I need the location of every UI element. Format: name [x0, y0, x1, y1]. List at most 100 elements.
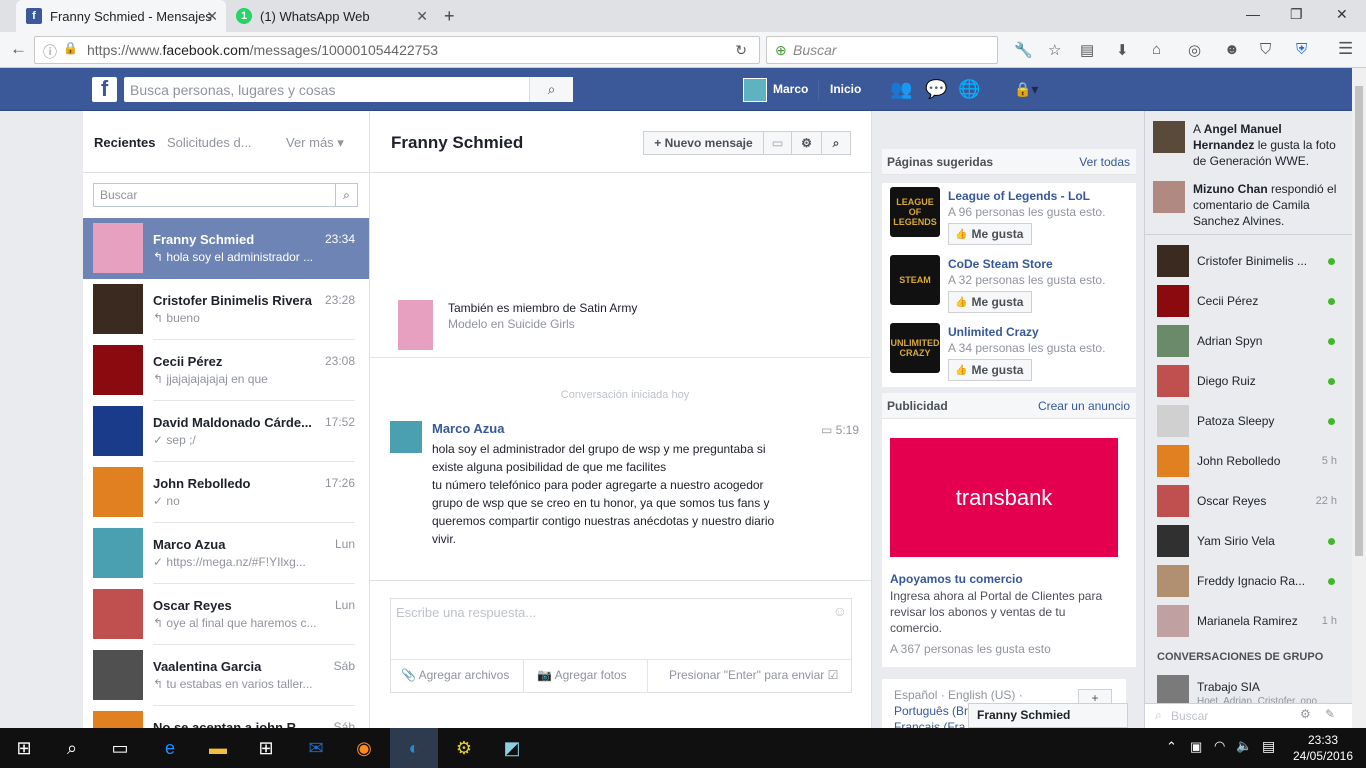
chat-friend-item[interactable]: Diego Ruiz [1145, 361, 1353, 401]
conversation-search-input[interactable]: Buscar ⌕ [93, 183, 358, 207]
page-scrollbar[interactable] [1352, 68, 1366, 728]
messages-icon[interactable]: 💬 [925, 79, 947, 100]
browser-tab-facebook[interactable]: f Franny Schmied - Mensajes ✕ [16, 0, 226, 32]
reload-icon[interactable]: ↻ [735, 42, 747, 59]
home-link[interactable]: Inicio [830, 82, 861, 96]
conversation-item[interactable]: David Maldonado Cárde... 17:52 ✓ sep ;/ [83, 401, 369, 462]
minimize-icon[interactable]: — [1246, 6, 1260, 22]
chat-friend-item[interactable]: Marianela Ramirez 1 h [1145, 601, 1353, 641]
friend-requests-icon[interactable]: 👥 [890, 79, 912, 100]
browser-search-input[interactable]: ⊕ Buscar [766, 36, 998, 64]
conversation-item[interactable]: Marco Azua Lun ✓ https://mega.nz/#F!YIlxg.… [83, 523, 369, 584]
conversation-item[interactable]: Oscar Reyes Lun ↰ oye al final que haremos… [83, 584, 369, 645]
system-clock[interactable]: 23:33 24/05/2016 [1290, 732, 1356, 764]
chat-friend-item[interactable]: Cristofer Binimelis ... [1145, 241, 1353, 281]
transbank-ad-image[interactable]: transbank [890, 438, 1118, 557]
more-dropdown[interactable]: Ver más ▾ [286, 135, 344, 151]
store-icon[interactable]: ⊞ [242, 728, 290, 768]
enter-to-send-toggle[interactable]: Presionar "Enter" para enviar ☑ [669, 668, 838, 682]
tab-recent[interactable]: Recientes [94, 135, 155, 150]
scrollbar-thumb[interactable] [1355, 86, 1363, 556]
tablet-app-icon[interactable]: ◩ [488, 728, 536, 768]
chat-friend-item[interactable]: Cecii Pérez [1145, 281, 1353, 321]
add-photos-button[interactable]: 📷 Agregar fotos [537, 668, 627, 682]
wrench-icon[interactable]: 🔧 [1014, 41, 1033, 59]
reply-input[interactable]: Escribe una respuesta... [396, 605, 536, 620]
chat-extension-icon[interactable]: ☻ [1224, 41, 1240, 58]
tray-chevron-up-icon[interactable]: ⌃ [1166, 739, 1177, 755]
create-ad-link[interactable]: Crear un anuncio [1038, 393, 1130, 419]
volume-icon[interactable]: 🔈 [1236, 738, 1252, 754]
tray-device-icon[interactable]: ▣ [1190, 739, 1202, 755]
conversation-item[interactable]: Vaalentina Garcia Sáb ↰ tu estabas en vari… [83, 645, 369, 706]
conversation-item[interactable]: Cecii Pérez 23:08 ↰ jjajajajajajaj en que [83, 340, 369, 401]
chat-friend-item[interactable]: Patoza Sleepy [1145, 401, 1353, 441]
page-logo[interactable]: STEAM [890, 255, 940, 305]
search-icon[interactable]: ⌕ [48, 728, 96, 768]
compose-icon[interactable]: ✎ [1325, 707, 1335, 721]
windows-start-icon[interactable]: ⊞ [0, 728, 48, 768]
chat-settings-gear-icon[interactable]: ⚙ [1300, 707, 1311, 721]
downloads-icon[interactable]: ⬇ [1116, 41, 1129, 59]
emoji-icon[interactable]: ☺ [833, 603, 847, 619]
action-center-icon[interactable]: ▤ [1262, 738, 1275, 755]
page-name-link[interactable]: CoDe Steam Store [948, 257, 1053, 271]
notifications-globe-icon[interactable]: 🌐 [958, 79, 980, 100]
home-icon[interactable]: ⌂ [1152, 41, 1161, 58]
settings-gear-icon[interactable]: ⚙ [791, 131, 822, 155]
user-name-link[interactable]: Marco [773, 82, 808, 96]
chat-tab-popup[interactable]: Franny Schmied [968, 703, 1128, 728]
search-icon[interactable]: ⌕ [821, 131, 851, 155]
message-author[interactable]: Marco Azua [432, 421, 504, 436]
conversation-item[interactable]: Franny Schmied 23:34 ↰ hola soy el adminis… [83, 218, 369, 279]
page-logo[interactable]: LEAGUE OF LEGENDS [890, 187, 940, 237]
wifi-icon[interactable]: ◠ [1214, 738, 1225, 754]
menu-icon[interactable]: ☰ [1338, 39, 1353, 59]
reading-list-icon[interactable]: ▤ [1080, 41, 1094, 59]
shield-icon[interactable]: ⛨ [1296, 41, 1307, 58]
new-tab-icon[interactable]: + [444, 6, 455, 27]
page-name-link[interactable]: Unlimited Crazy [948, 325, 1039, 339]
page-logo[interactable]: UNLIMITED CRAZY [890, 323, 940, 373]
facebook-logo[interactable]: f [92, 77, 117, 102]
close-tab-icon[interactable]: ✕ [206, 8, 218, 25]
info-icon[interactable]: ⓘ [43, 42, 57, 62]
conversation-item[interactable]: John Rebolledo 17:26 ✓ no [83, 462, 369, 523]
firefox-icon[interactable]: ◉ [340, 728, 388, 768]
settings-app-icon[interactable]: ⚙ [440, 728, 488, 768]
file-explorer-icon[interactable]: ▬ [194, 728, 242, 768]
like-button[interactable]: 👍 Me gusta [948, 223, 1033, 245]
profile-avatar[interactable] [398, 300, 433, 350]
active-app-icon[interactable]: ◐ [390, 728, 438, 768]
restore-icon[interactable]: ❐ [1290, 6, 1303, 23]
message-author-avatar[interactable] [390, 421, 422, 453]
extension-icon[interactable]: ◎ [1188, 41, 1201, 59]
close-tab-icon[interactable]: ✕ [416, 8, 428, 25]
task-view-icon[interactable]: ▭ [96, 728, 144, 768]
new-message-button[interactable]: + Nuevo mensaje [643, 131, 764, 155]
search-icon[interactable]: ⌕ [335, 184, 357, 206]
ad-title[interactable]: Apoyamos tu comercio [890, 572, 1023, 586]
edge-browser-icon[interactable]: e [146, 728, 194, 768]
page-name-link[interactable]: League of Legends - LoL [948, 189, 1090, 203]
url-bar[interactable]: ⓘ 🔒 https://www. facebook.com/messages/10… [34, 36, 760, 64]
ticker-item[interactable]: Mizuno Chan respondió el comentario de C… [1145, 173, 1353, 233]
chat-friend-item[interactable]: Yam Sirio Vela [1145, 521, 1353, 561]
group-name[interactable]: Trabajo SIA [1197, 680, 1260, 694]
conversation-item[interactable]: No se aceptan a john Reb... Sáb [83, 706, 369, 728]
pocket-icon[interactable]: ⛉ [1260, 41, 1271, 58]
video-call-icon[interactable]: ▭ [763, 131, 792, 155]
like-button[interactable]: 👍 Me gusta [948, 359, 1033, 381]
like-button[interactable]: 👍 Me gusta [948, 291, 1033, 313]
add-files-button[interactable]: 📎 Agregar archivos [401, 668, 509, 682]
see-all-link[interactable]: Ver todas [1079, 149, 1130, 175]
ticker-item[interactable]: A Angel Manuel Hernandez le gusta la fot… [1145, 113, 1353, 173]
browser-tab-whatsapp[interactable]: 1 (1) WhatsApp Web ✕ [226, 0, 436, 32]
user-avatar[interactable] [743, 78, 767, 102]
chat-friend-item[interactable]: Freddy Ignacio Ra... [1145, 561, 1353, 601]
tab-requests[interactable]: Solicitudes d... [167, 135, 252, 150]
chat-friend-item[interactable]: Adrian Spyn [1145, 321, 1353, 361]
search-engine-icon[interactable]: ⊕ [775, 42, 787, 59]
search-icon[interactable]: ⌕ [529, 77, 573, 102]
facebook-search-input[interactable]: Busca personas, lugares y cosas ⌕ [124, 77, 573, 102]
